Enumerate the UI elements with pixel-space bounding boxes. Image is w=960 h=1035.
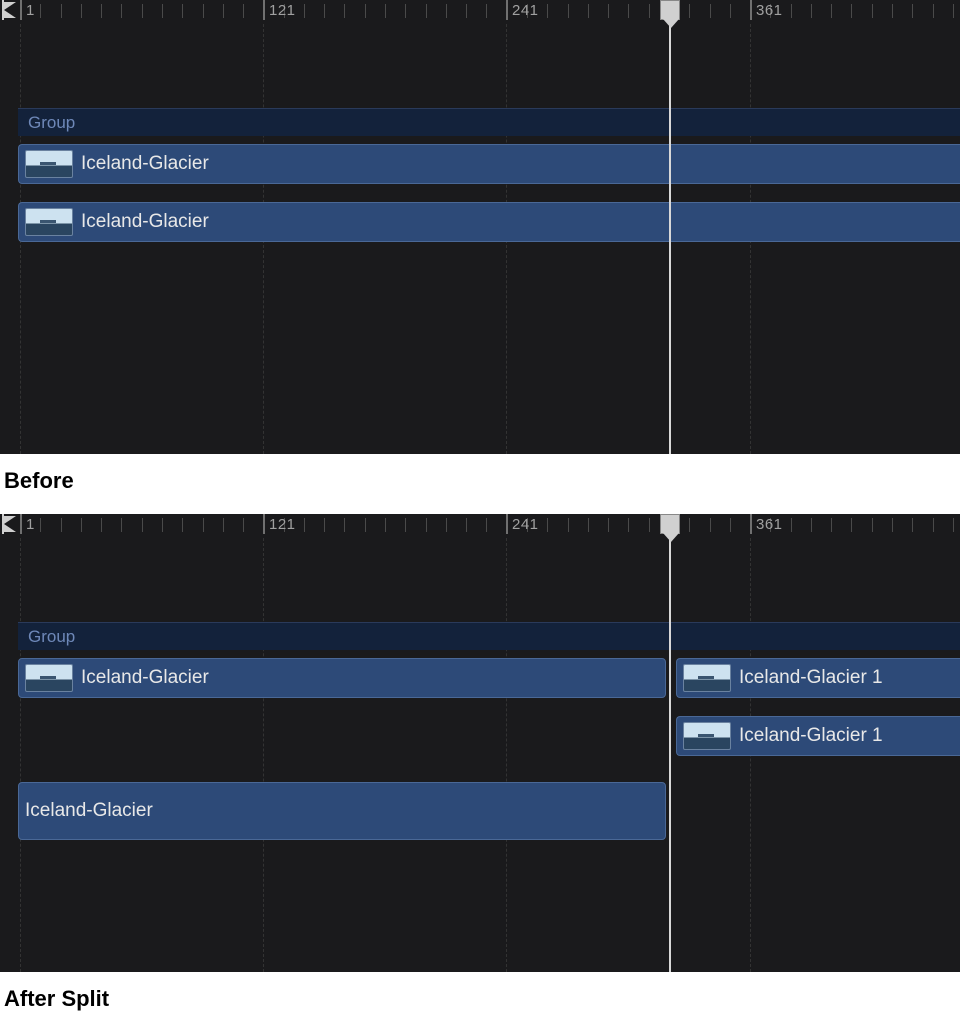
group-header[interactable]: Group	[18, 622, 960, 650]
timeline-after: 1 121 241 361 Group Iceland-Glacier Iceland…	[0, 514, 960, 972]
clip-iceland-glacier-1[interactable]: Iceland-Glacier	[18, 144, 960, 184]
group-label: Group	[28, 113, 75, 133]
ruler-label: 121	[269, 516, 296, 533]
ruler-label: 241	[512, 2, 539, 19]
ruler-label: 241	[512, 516, 539, 533]
clip-label: Iceland-Glacier	[81, 211, 209, 233]
clip-label: Iceland-Glacier	[81, 667, 209, 689]
clip-thumbnail-icon	[25, 664, 73, 692]
clip-label: Iceland-Glacier 1	[739, 725, 883, 747]
playhead-head-icon[interactable]	[660, 514, 680, 534]
playhead[interactable]	[669, 514, 671, 972]
playhead[interactable]	[669, 0, 671, 454]
clip-iceland-glacier-2[interactable]: Iceland-Glacier	[18, 202, 960, 242]
group-header[interactable]: Group	[18, 108, 960, 136]
clip-iceland-glacier-right-2[interactable]: Iceland-Glacier 1	[676, 716, 960, 756]
clip-iceland-glacier-right-1[interactable]: Iceland-Glacier 1	[676, 658, 960, 698]
clip-label: Iceland-Glacier 1	[739, 667, 883, 689]
ruler-label: 1	[26, 516, 35, 533]
clip-iceland-glacier-left-1[interactable]: Iceland-Glacier	[18, 658, 666, 698]
ruler-label: 1	[26, 2, 35, 19]
group-label: Group	[28, 627, 75, 647]
ruler-label: 361	[756, 2, 783, 19]
start-marker-icon[interactable]	[4, 516, 16, 532]
ruler[interactable]: 1 121 241 361	[0, 514, 960, 538]
ruler-label: 361	[756, 516, 783, 533]
clip-thumbnail-icon	[683, 664, 731, 692]
playhead-head-icon[interactable]	[660, 0, 680, 20]
caption-after: After Split	[0, 972, 960, 1032]
clip-thumbnail-icon	[25, 208, 73, 236]
clip-thumbnail-icon	[683, 722, 731, 750]
clip-label: Iceland-Glacier	[81, 153, 209, 175]
clip-label: Iceland-Glacier	[25, 800, 153, 822]
clip-iceland-glacier-left-2[interactable]: Iceland-Glacier	[18, 782, 666, 840]
caption-before: Before	[0, 454, 960, 514]
ruler-label: 121	[269, 2, 296, 19]
start-marker-icon[interactable]	[4, 2, 16, 18]
ruler[interactable]: 1 121 241 361	[0, 0, 960, 24]
clip-thumbnail-icon	[25, 150, 73, 178]
timeline-before: 1 121 241 361 Group Iceland-Glacier Iceland…	[0, 0, 960, 454]
